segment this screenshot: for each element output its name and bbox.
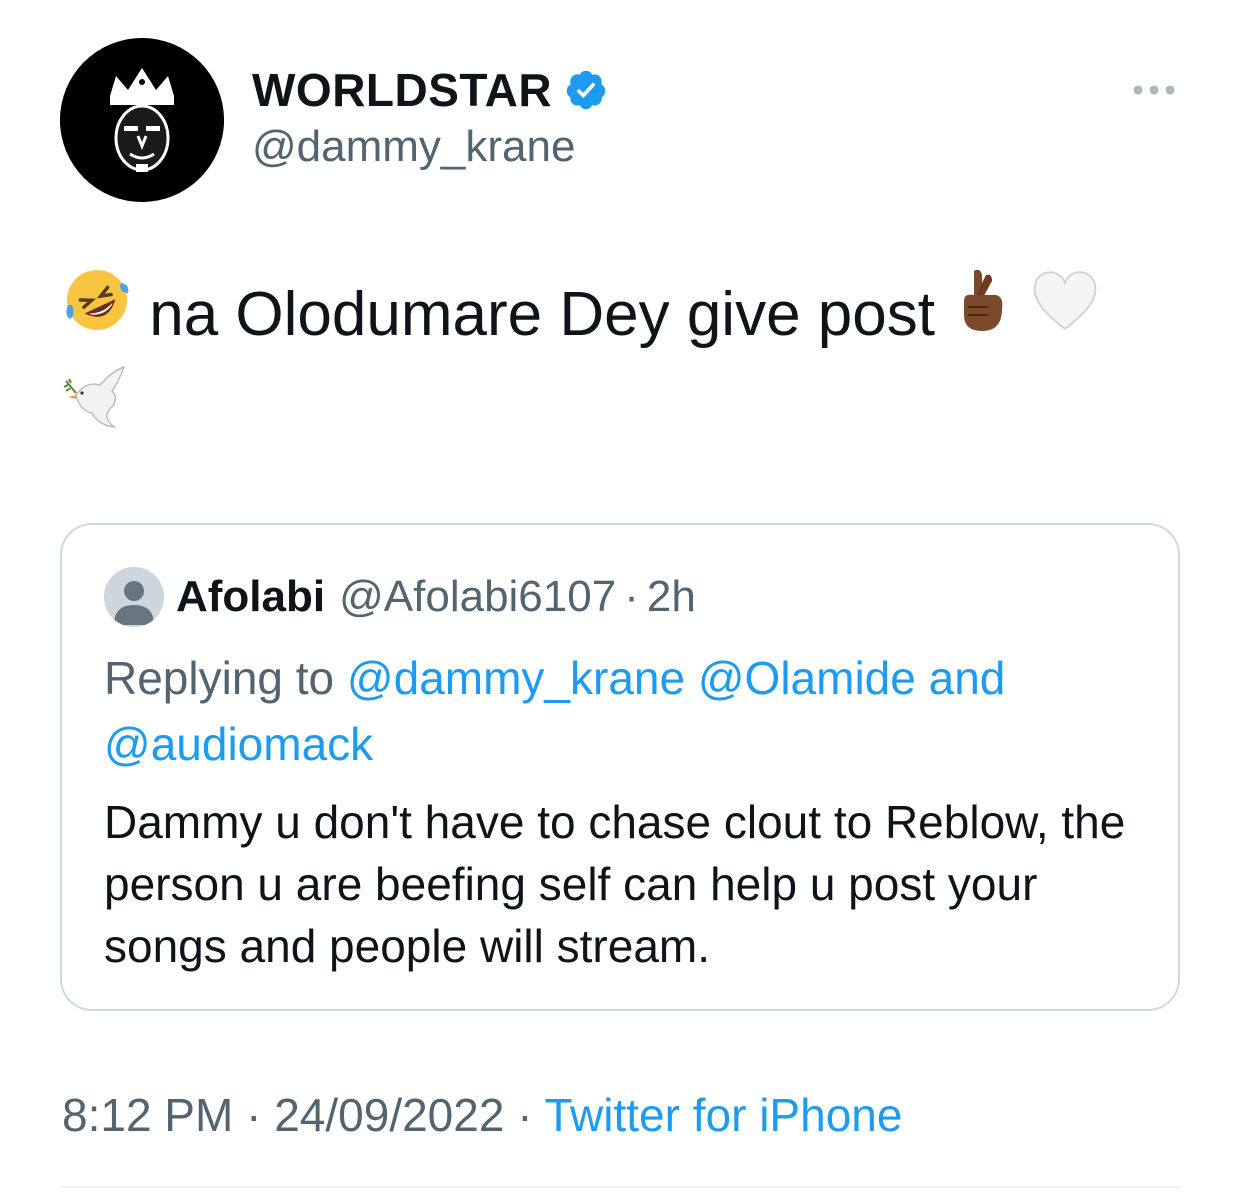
author-handle[interactable]: @dammy_krane [252, 122, 575, 172]
meta-separator: · [517, 1089, 533, 1141]
mention-dammy-krane[interactable]: @dammy_krane [347, 652, 685, 704]
king-face-avatar-icon [60, 38, 224, 202]
quoted-tweet-time: 2h [646, 572, 696, 621]
header-separator: · [624, 572, 639, 621]
mention-olamide[interactable]: @Olamide [698, 652, 916, 704]
author-avatar[interactable] [60, 38, 224, 202]
more-options-button[interactable] [1130, 78, 1178, 102]
author-display-name[interactable]: WORLDSTAR [252, 63, 552, 117]
tweet-text: na Olodumare Dey give post [62, 269, 1182, 462]
mention-and-others[interactable]: and [929, 652, 1006, 704]
tweet-source-link[interactable]: Twitter for iPhone [545, 1089, 903, 1141]
tweet-body-text: na Olodumare Dey give post [149, 280, 935, 349]
tweet-metadata: 8:12 PM · 24/09/2022 · Twitter for iPhon… [62, 1088, 902, 1142]
quoted-tweet-body: Dammy u don't have to chase clout to Reb… [104, 796, 1126, 972]
default-profile-icon [104, 567, 164, 627]
author-name-row[interactable]: WORLDSTAR [252, 62, 608, 118]
tweet-time[interactable]: 8:12 PM [62, 1089, 233, 1141]
quoted-author-avatar[interactable] [104, 567, 164, 627]
crossed-fingers-emoji-icon [952, 265, 1012, 360]
verified-badge-icon [566, 70, 606, 110]
divider [60, 1186, 1182, 1188]
replying-to-label: Replying to [104, 652, 335, 704]
white-heart-emoji-icon [1029, 265, 1101, 360]
quoted-author-handle[interactable]: @Afolabi6107 [339, 572, 616, 622]
mention-audiomack[interactable]: @audiomack [104, 718, 373, 770]
more-dots-icon [1133, 85, 1175, 95]
quoted-author-name[interactable]: Afolabi [176, 572, 325, 622]
rolling-laughing-emoji-icon [62, 265, 132, 360]
quoted-tweet-card[interactable]: Afolabi @Afolabi6107 · 2h Replying to @d… [60, 523, 1180, 1011]
dove-emoji-icon [62, 361, 128, 456]
quoted-tweet-header: Afolabi @Afolabi6107 · 2h [176, 569, 696, 625]
replying-to-line: Replying to @dammy_krane @Olamide and @a… [104, 645, 1144, 777]
tweet-date[interactable]: 24/09/2022 [274, 1089, 504, 1141]
meta-separator: · [246, 1089, 262, 1141]
